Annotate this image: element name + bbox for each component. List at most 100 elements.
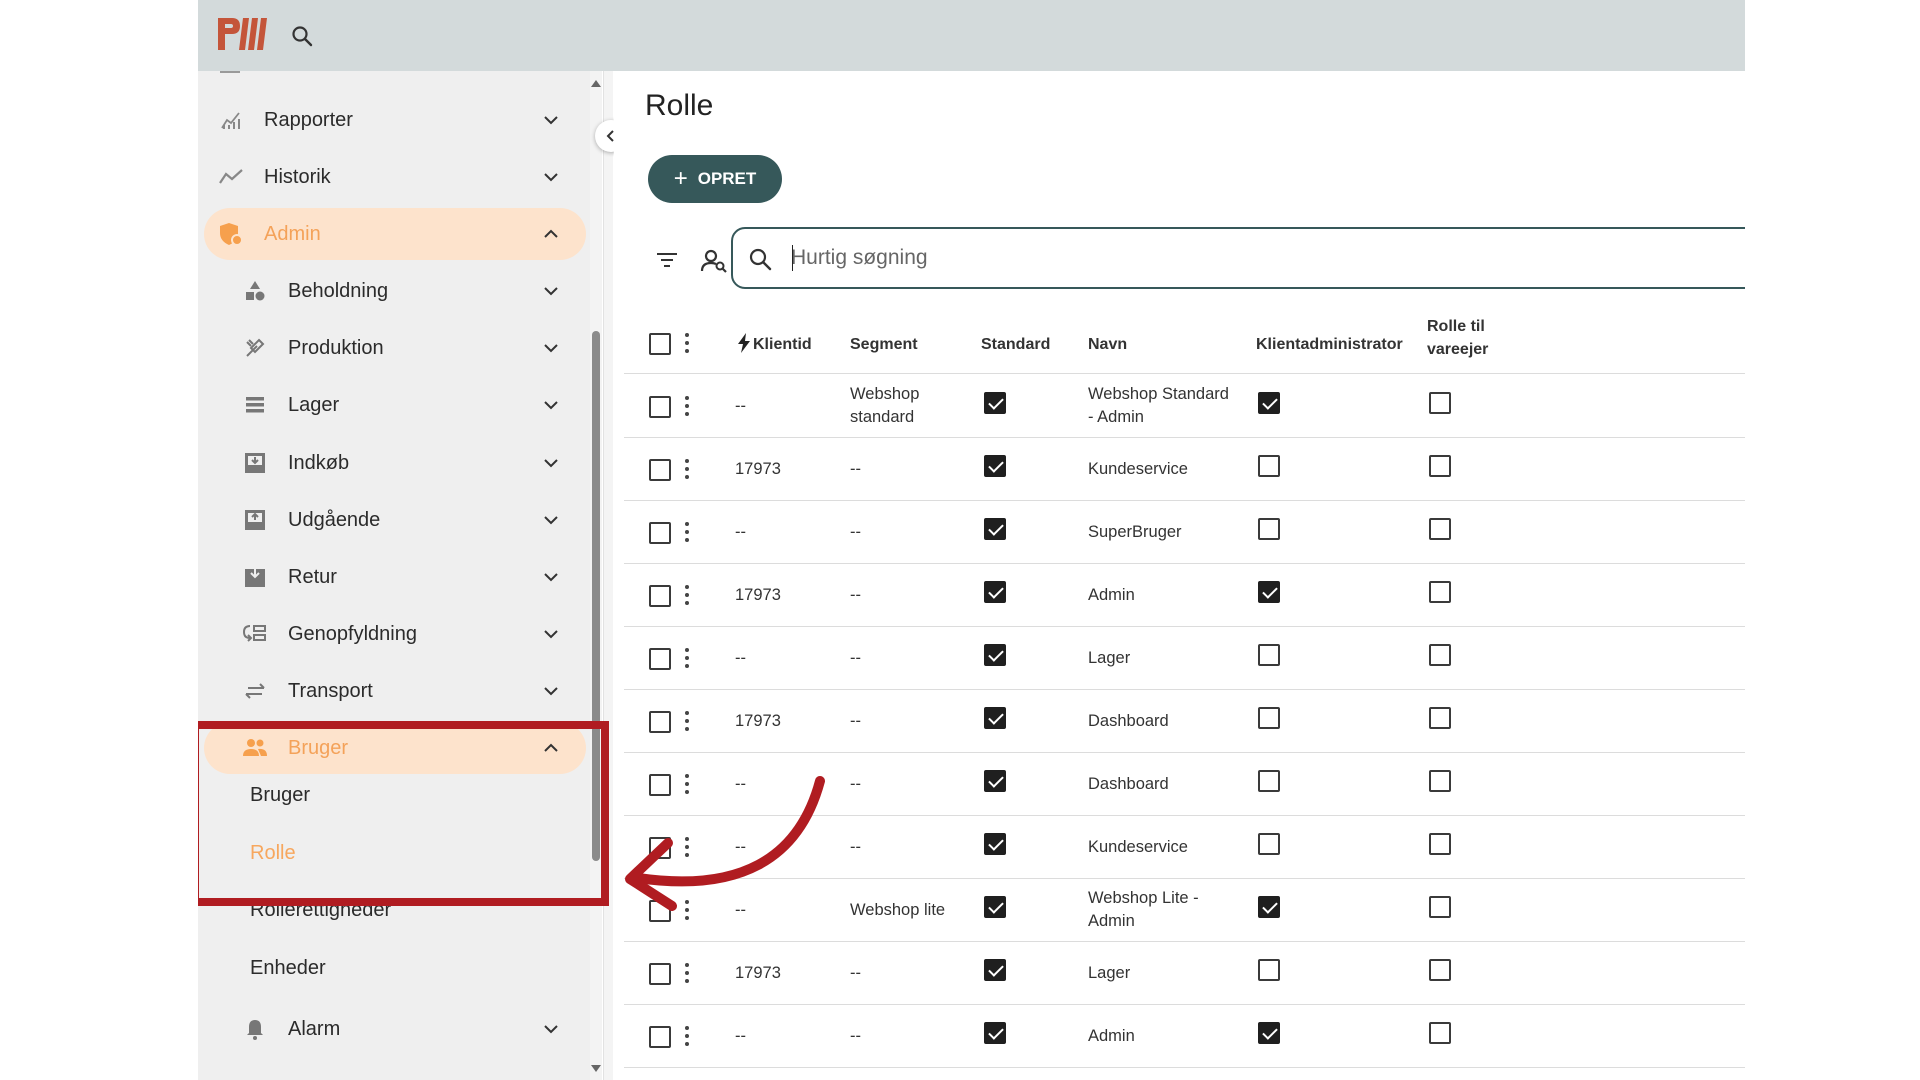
select-all-checkbox[interactable] bbox=[649, 333, 671, 355]
cell-rolle-til-vareejer-checkbox[interactable] bbox=[1429, 643, 1451, 666]
table-row[interactable]: 17973 -- Lager bbox=[624, 942, 1745, 1005]
cell-standard-checkbox[interactable] bbox=[984, 832, 1006, 855]
cell-klientadministrator-checkbox[interactable] bbox=[1258, 391, 1280, 414]
cell-klientadministrator-checkbox[interactable] bbox=[1258, 580, 1280, 603]
cell-klientadministrator-checkbox[interactable] bbox=[1258, 643, 1280, 666]
row-select-checkbox[interactable] bbox=[649, 710, 671, 733]
row-menu-icon[interactable] bbox=[684, 584, 690, 607]
row-menu-icon[interactable] bbox=[684, 458, 690, 481]
table-row[interactable]: -- -- Lager bbox=[624, 627, 1745, 690]
cell-standard-checkbox[interactable] bbox=[984, 895, 1006, 918]
table-row[interactable]: 17973 -- Dashboard bbox=[624, 690, 1745, 753]
table-row[interactable]: -- Webshop lite Webshop Lite - Admin bbox=[624, 879, 1745, 942]
filter-icon[interactable] bbox=[654, 247, 680, 273]
row-select-checkbox[interactable] bbox=[649, 647, 671, 670]
table-row[interactable]: 17973 -- Admin bbox=[624, 564, 1745, 627]
chevron-down-icon[interactable] bbox=[540, 566, 562, 588]
row-select-checkbox[interactable] bbox=[649, 899, 671, 922]
row-select-checkbox[interactable] bbox=[649, 458, 671, 481]
create-button[interactable]: + OPRET bbox=[648, 155, 782, 203]
cell-klientadministrator-checkbox[interactable] bbox=[1258, 895, 1280, 918]
row-menu-icon[interactable] bbox=[684, 647, 690, 670]
table-row[interactable]: -- -- Dashboard bbox=[624, 753, 1745, 816]
cell-rolle-til-vareejer-checkbox[interactable] bbox=[1429, 517, 1451, 540]
quick-search-input[interactable] bbox=[791, 241, 1691, 275]
row-menu-icon[interactable] bbox=[684, 395, 690, 418]
chevron-down-icon[interactable] bbox=[540, 166, 562, 188]
cell-rolle-til-vareejer-checkbox[interactable] bbox=[1429, 580, 1451, 603]
row-select-checkbox[interactable] bbox=[649, 395, 671, 418]
quick-search-box[interactable] bbox=[731, 227, 1745, 289]
cell-standard-checkbox[interactable] bbox=[984, 454, 1006, 477]
sidebar-item-genopfyldning[interactable]: Genopfyldning bbox=[198, 608, 586, 660]
table-row[interactable]: -- -- Admin bbox=[624, 1005, 1745, 1068]
sidebar-item-transport[interactable]: Transport bbox=[198, 665, 586, 717]
cell-rolle-til-vareejer-checkbox[interactable] bbox=[1429, 958, 1451, 981]
row-menu-icon[interactable] bbox=[684, 1025, 690, 1048]
cell-standard-checkbox[interactable] bbox=[984, 580, 1006, 603]
row-menu-icon[interactable] bbox=[684, 521, 690, 544]
row-select-checkbox[interactable] bbox=[649, 773, 671, 796]
col-header-standard[interactable]: Standard bbox=[981, 333, 1050, 356]
cell-rolle-til-vareejer-checkbox[interactable] bbox=[1429, 832, 1451, 855]
cell-klientadministrator-checkbox[interactable] bbox=[1258, 454, 1280, 477]
chevron-down-icon[interactable] bbox=[540, 337, 562, 359]
cell-rolle-til-vareejer-checkbox[interactable] bbox=[1429, 769, 1451, 792]
sidebar-item-beholdning[interactable]: Beholdning bbox=[198, 265, 586, 317]
row-select-checkbox[interactable] bbox=[649, 521, 671, 544]
row-menu-icon[interactable] bbox=[684, 962, 690, 985]
sidebar-item-historik[interactable]: Historik bbox=[198, 151, 586, 203]
row-menu-icon[interactable] bbox=[684, 710, 690, 733]
cell-klientadministrator-checkbox[interactable] bbox=[1258, 958, 1280, 981]
cell-standard-checkbox[interactable] bbox=[984, 643, 1006, 666]
cell-standard-checkbox[interactable] bbox=[984, 706, 1006, 729]
col-header-klientid[interactable]: Klientid bbox=[753, 333, 812, 356]
row-menu-icon[interactable] bbox=[684, 899, 690, 922]
chevron-up-icon[interactable] bbox=[540, 223, 562, 245]
row-select-checkbox[interactable] bbox=[649, 962, 671, 985]
table-row[interactable]: 17973 -- Kundeservice bbox=[624, 438, 1745, 501]
sidebar-item-produktion[interactable]: Produktion bbox=[198, 322, 586, 374]
cell-rolle-til-vareejer-checkbox[interactable] bbox=[1429, 391, 1451, 414]
sidebar-item-udgaende[interactable]: Udgående bbox=[198, 494, 586, 546]
chevron-down-icon[interactable] bbox=[540, 623, 562, 645]
cell-standard-checkbox[interactable] bbox=[984, 958, 1006, 981]
table-row[interactable]: -- Webshop standard Webshop Standard - Adm… bbox=[624, 375, 1745, 438]
chevron-down-icon[interactable] bbox=[540, 452, 562, 474]
sidebar-item-rapporter[interactable]: Rapporter bbox=[198, 94, 586, 146]
cell-klientadministrator-checkbox[interactable] bbox=[1258, 517, 1280, 540]
col-header-segment[interactable]: Segment bbox=[850, 333, 918, 356]
chevron-down-icon[interactable] bbox=[540, 1018, 562, 1040]
cell-rolle-til-vareejer-checkbox[interactable] bbox=[1429, 895, 1451, 918]
sidebar-item-admin[interactable]: Admin bbox=[204, 208, 586, 260]
row-select-checkbox[interactable] bbox=[649, 1025, 671, 1048]
cell-klientadministrator-checkbox[interactable] bbox=[1258, 769, 1280, 792]
row-menu-icon[interactable] bbox=[684, 836, 690, 859]
pw-logo[interactable] bbox=[216, 14, 276, 54]
scroll-up-arrow-icon[interactable] bbox=[590, 77, 602, 91]
table-row[interactable]: -- -- SuperBruger bbox=[624, 501, 1745, 564]
cell-rolle-til-vareejer-checkbox[interactable] bbox=[1429, 706, 1451, 729]
row-select-checkbox[interactable] bbox=[649, 584, 671, 607]
sidebar-item-retur[interactable]: Retur bbox=[198, 551, 586, 603]
person-search-icon[interactable] bbox=[700, 246, 728, 274]
table-row[interactable]: -- -- Kundeservice bbox=[624, 816, 1745, 879]
sidebar-item-lager[interactable]: Lager bbox=[198, 379, 586, 431]
search-icon[interactable] bbox=[290, 24, 314, 48]
chevron-down-icon[interactable] bbox=[540, 509, 562, 531]
row-menu-icon[interactable] bbox=[684, 773, 690, 796]
cell-klientadministrator-checkbox[interactable] bbox=[1258, 1021, 1280, 1044]
chevron-down-icon[interactable] bbox=[540, 394, 562, 416]
cell-standard-checkbox[interactable] bbox=[984, 517, 1006, 540]
cell-klientadministrator-checkbox[interactable] bbox=[1258, 706, 1280, 729]
sidebar-scrollbar[interactable] bbox=[590, 71, 602, 1080]
cell-rolle-til-vareejer-checkbox[interactable] bbox=[1429, 1021, 1451, 1044]
row-select-checkbox[interactable] bbox=[649, 836, 671, 859]
col-header-rolle-til-vareejer[interactable]: Rolle til vareejer bbox=[1427, 315, 1488, 361]
cell-rolle-til-vareejer-checkbox[interactable] bbox=[1429, 454, 1451, 477]
cell-standard-checkbox[interactable] bbox=[984, 769, 1006, 792]
sidebar-item-alarm[interactable]: Alarm bbox=[198, 1003, 586, 1055]
col-header-klientadministrator[interactable]: Klientadministrator bbox=[1256, 333, 1403, 356]
sidebar-subitem-enheder[interactable]: Enheder bbox=[250, 957, 326, 980]
header-menu-icon[interactable] bbox=[684, 333, 690, 355]
